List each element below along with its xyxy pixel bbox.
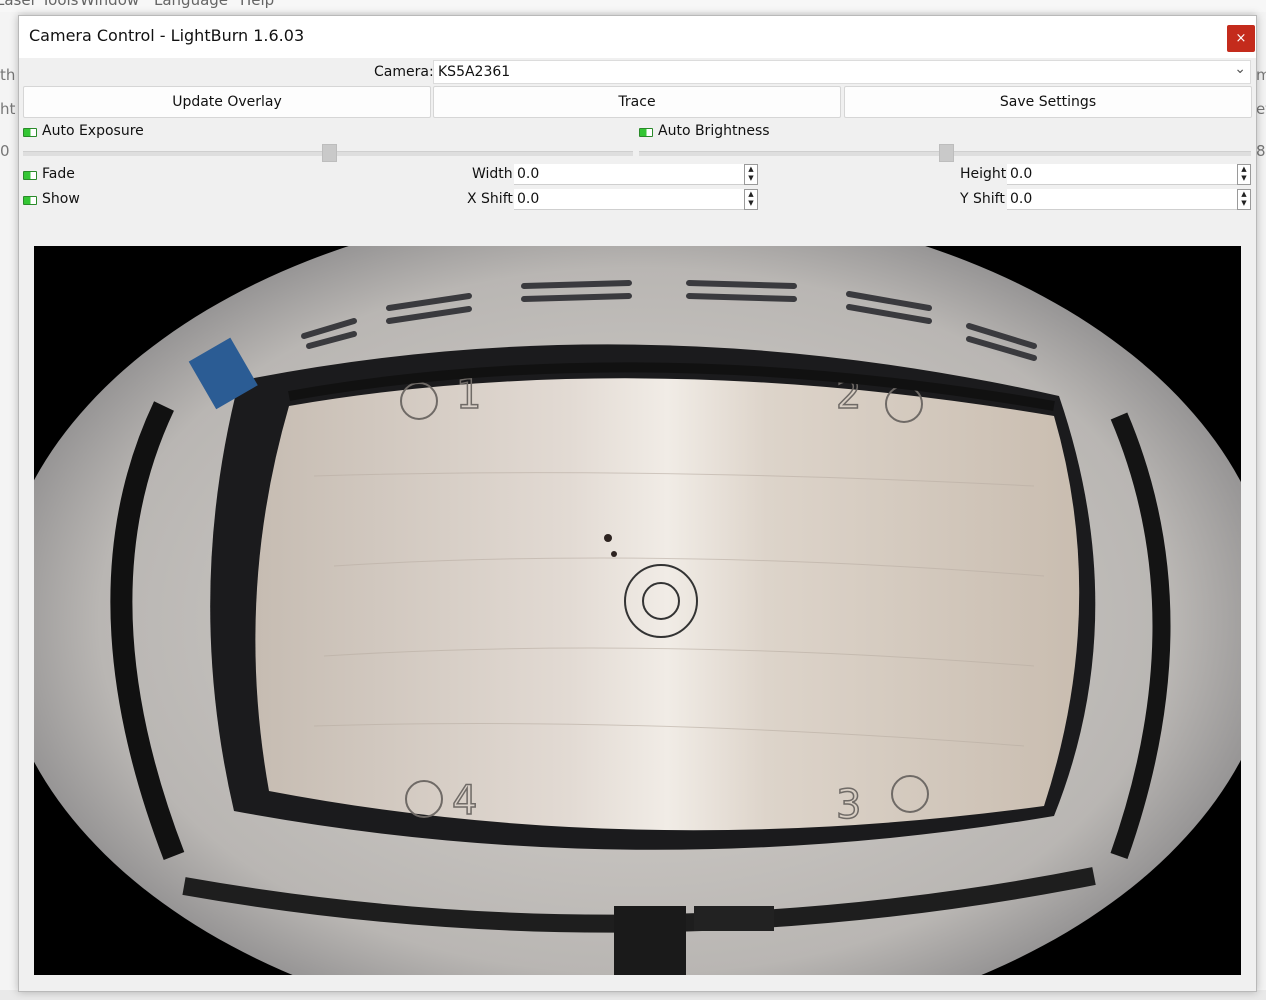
bg-edge-text: 0	[0, 142, 10, 160]
camera-label: Camera:	[374, 64, 434, 80]
stepper-motor	[614, 906, 686, 975]
width-field[interactable]: 0.0 ▲ ▼	[514, 164, 758, 185]
x-shift-field[interactable]: 0.0 ▲ ▼	[514, 189, 758, 210]
auto-brightness-toggle[interactable]	[639, 128, 653, 137]
update-overlay-button[interactable]: Update Overlay	[23, 86, 431, 118]
trace-button[interactable]: Trace	[433, 86, 841, 118]
background-left-panel: th ht 0	[0, 12, 18, 1000]
show-toggle[interactable]	[23, 196, 37, 205]
bg-menu-help[interactable]: Help	[240, 0, 274, 9]
marker-label-4: 4	[452, 778, 477, 824]
x-shift-stepper[interactable]: ▲ ▼	[744, 189, 758, 210]
marker-label-3: 3	[836, 782, 861, 828]
window-title: Camera Control - LightBurn 1.6.03	[29, 26, 305, 45]
background-right-panel: m et 8	[1256, 12, 1266, 1000]
auto-exposure-toggle[interactable]	[23, 128, 37, 137]
fade-label: Fade	[42, 166, 75, 182]
bg-menu-window[interactable]: Window	[80, 0, 139, 9]
bg-edge-text: th	[0, 66, 16, 84]
bg-edge-text: et	[1256, 100, 1266, 118]
burn-mark	[611, 551, 617, 557]
y-shift-label: Y Shift	[960, 191, 1005, 207]
background-menubar: Laser Tools Window Language Help	[0, 0, 1266, 12]
y-shift-value: 0.0	[1010, 191, 1033, 207]
bg-menu-laser-tools[interactable]: Laser Tools	[0, 0, 78, 9]
width-value: 0.0	[517, 166, 540, 182]
bg-edge-text: 8	[1256, 142, 1266, 160]
width-stepper[interactable]: ▲ ▼	[744, 164, 758, 185]
height-label: Height	[960, 166, 1007, 182]
auto-brightness-label: Auto Brightness	[658, 123, 770, 139]
y-shift-stepper[interactable]: ▲ ▼	[1237, 189, 1251, 210]
camera-select[interactable]: KS5A2361 ⌄	[433, 60, 1251, 84]
height-field[interactable]: 0.0 ▲ ▼	[1007, 164, 1251, 185]
x-shift-label: X Shift	[467, 191, 513, 207]
auto-brightness-slider-handle[interactable]	[939, 144, 954, 162]
show-label: Show	[42, 191, 80, 207]
save-settings-button[interactable]: Save Settings	[844, 86, 1252, 118]
camera-selected-value: KS5A2361	[438, 64, 511, 80]
chevron-down-icon[interactable]: ⌄	[1234, 61, 1246, 77]
bg-edge-text: ht	[0, 100, 16, 118]
camera-control-dialog: Camera Control - LightBurn 1.6.03 × Came…	[18, 15, 1257, 992]
motor-board	[694, 906, 774, 931]
auto-exposure-label: Auto Exposure	[42, 123, 144, 139]
camera-image[interactable]: 1 2 3 4	[34, 246, 1241, 975]
height-value: 0.0	[1010, 166, 1033, 182]
close-button[interactable]: ×	[1227, 25, 1255, 52]
height-stepper[interactable]: ▲ ▼	[1237, 164, 1251, 185]
bg-edge-text: m	[1256, 66, 1266, 84]
bg-menu-language[interactable]: Language	[154, 0, 228, 9]
auto-exposure-slider-handle[interactable]	[322, 144, 337, 162]
camera-feed-illustration: 1 2 3 4	[34, 246, 1241, 975]
title-bar[interactable]: Camera Control - LightBurn 1.6.03 ×	[19, 16, 1256, 58]
width-label: Width	[472, 166, 513, 182]
fade-toggle[interactable]	[23, 171, 37, 180]
burn-mark	[604, 534, 612, 542]
wood-bed	[255, 378, 1080, 831]
y-shift-field[interactable]: 0.0 ▲ ▼	[1007, 189, 1251, 210]
x-shift-value: 0.0	[517, 191, 540, 207]
